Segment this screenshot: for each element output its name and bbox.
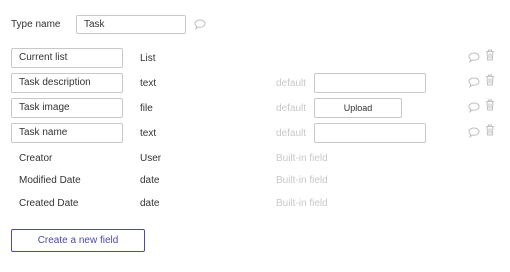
- create-new-field-button[interactable]: Create a new field: [11, 229, 145, 252]
- trash-icon[interactable]: [485, 74, 495, 86]
- trash-icon[interactable]: [485, 99, 495, 111]
- trash-icon[interactable]: [485, 124, 495, 136]
- builtin-field-name: Modified Date: [19, 175, 81, 186]
- field-name-task-description[interactable]: Task description: [11, 73, 123, 93]
- builtin-field-name: Creator: [19, 153, 53, 164]
- field-type: date: [140, 198, 160, 209]
- upload-button[interactable]: Upload: [314, 98, 402, 118]
- field-type: User: [140, 153, 162, 164]
- field-type: date: [140, 175, 160, 186]
- field-type: file: [140, 103, 153, 114]
- speech-bubble-icon[interactable]: [468, 102, 480, 113]
- type-name-label: Type name: [11, 19, 61, 30]
- default-label: default: [276, 78, 307, 89]
- speech-bubble-icon[interactable]: [468, 52, 480, 63]
- default-label: default: [276, 103, 307, 114]
- trash-icon[interactable]: [485, 49, 495, 61]
- builtin-field-name: Created Date: [19, 198, 79, 209]
- builtin-field-note: Built-in field: [276, 153, 328, 164]
- field-type: text: [140, 78, 157, 89]
- speech-bubble-icon[interactable]: [194, 19, 206, 30]
- type-name-input[interactable]: Task: [76, 15, 186, 34]
- default-label: default: [276, 128, 307, 139]
- speech-bubble-icon[interactable]: [468, 77, 480, 88]
- field-name-task-name[interactable]: Task name: [11, 123, 123, 143]
- field-type: text: [140, 128, 157, 139]
- builtin-field-note: Built-in field: [276, 198, 328, 209]
- field-name-task-image[interactable]: Task image: [11, 98, 123, 118]
- field-name-current-list[interactable]: Current list: [11, 48, 123, 68]
- field-type: List: [140, 53, 156, 64]
- default-value-input[interactable]: [314, 123, 426, 143]
- speech-bubble-icon[interactable]: [468, 127, 480, 138]
- builtin-field-note: Built-in field: [276, 175, 328, 186]
- default-value-input[interactable]: [314, 73, 426, 93]
